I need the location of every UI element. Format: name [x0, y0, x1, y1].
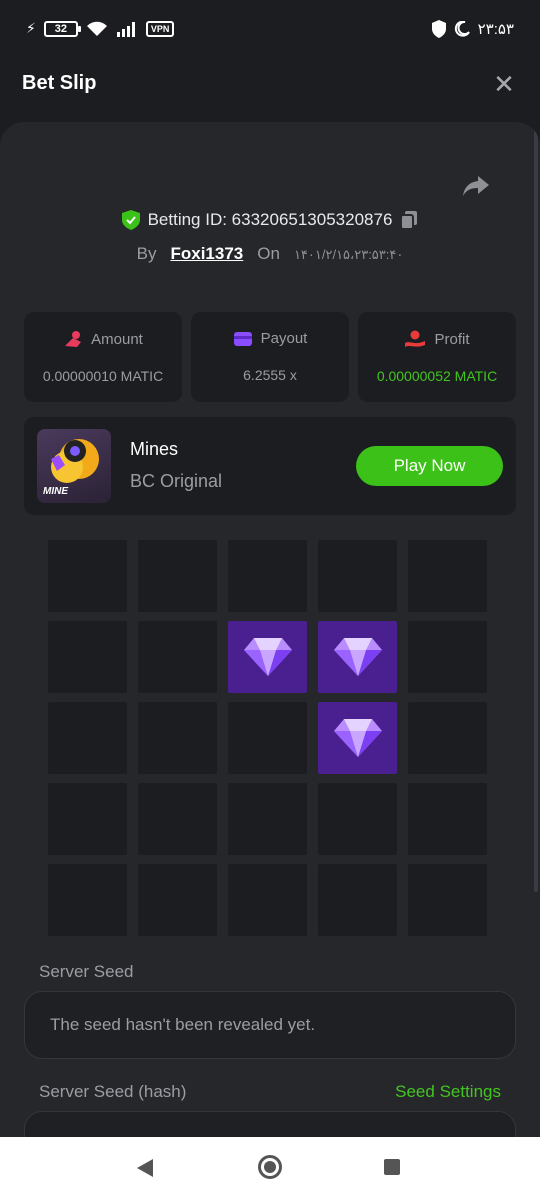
scrollbar[interactable] — [534, 122, 538, 892]
by-label: By — [136, 244, 157, 263]
gem-icon — [333, 719, 382, 757]
server-seed-hash-label: Server Seed (hash) — [39, 1082, 187, 1101]
grid-cell — [408, 864, 487, 936]
grid-cell — [228, 702, 307, 774]
grid-cell — [318, 783, 397, 855]
server-seed-field[interactable]: The seed hasn't been revealed yet. — [24, 991, 516, 1059]
betting-id: Betting ID: 63320651305320876 — [147, 210, 393, 229]
shield-icon — [431, 20, 446, 38]
grid-cell — [138, 702, 217, 774]
clock: ۲۳:۵۳ — [477, 21, 514, 38]
recents-icon[interactable] — [384, 1159, 400, 1175]
battery-level: 32 — [54, 22, 67, 35]
verified-shield-icon — [121, 210, 140, 230]
stat-amount: Amount 0.00000010 MATIC — [24, 312, 182, 402]
wifi-icon — [86, 21, 107, 36]
moon-icon — [454, 21, 470, 37]
status-bar: ⚡ 32 VPN ۲۳:۵۳ — [0, 0, 540, 48]
stat-value: 0.00000010 MATIC — [42, 368, 164, 384]
vpn-badge: VPN — [145, 20, 175, 37]
amount-icon — [65, 331, 82, 347]
page-title: Bet Slip — [22, 72, 97, 94]
grid-cell — [48, 702, 127, 774]
gem-icon — [243, 638, 292, 676]
grid-cell — [408, 702, 487, 774]
stat-label: Payout — [260, 330, 308, 347]
grid-cell — [138, 540, 217, 612]
grid-cell — [138, 783, 217, 855]
back-icon[interactable] — [137, 1159, 153, 1177]
game-thumbnail[interactable]: MINE — [37, 429, 111, 503]
grid-cell — [318, 864, 397, 936]
grid-cell — [48, 540, 127, 612]
grid-cell-gem — [318, 621, 397, 693]
on-label: On — [257, 244, 280, 263]
grid-cell — [48, 621, 127, 693]
signal-icon — [116, 21, 135, 37]
stat-value: 0.00000052 MATIC — [376, 368, 498, 384]
grid-cell — [48, 864, 127, 936]
grid-cell — [138, 864, 217, 936]
share-icon[interactable] — [462, 174, 490, 198]
gem-icon — [333, 638, 382, 676]
grid-cell — [228, 540, 307, 612]
seed-settings-link[interactable]: Seed Settings — [395, 1082, 501, 1102]
bet-meta-row: By Foxi1373 On ۱۴۰۱/۲/۱۵،۲۳:۵۳:۴۰ — [0, 244, 540, 264]
server-seed-label: Server Seed — [39, 962, 134, 981]
bet-slip-sheet: Betting ID: 63320651305320876 By Foxi137… — [0, 122, 540, 1137]
stats-row: Amount 0.00000010 MATIC Payout 6.2555 x … — [24, 312, 516, 402]
grid-cell — [228, 864, 307, 936]
battery-indicator: 32 — [43, 20, 81, 37]
grid-cell — [228, 783, 307, 855]
grid-cell — [138, 621, 217, 693]
game-provider: BC Original — [130, 471, 223, 491]
grid-cell-gem — [228, 621, 307, 693]
wallet-icon — [233, 331, 252, 346]
status-right: ۲۳:۵۳ — [431, 20, 514, 38]
grid-cell — [408, 621, 487, 693]
play-now-button[interactable]: Play Now — [356, 446, 503, 486]
server-seed-hash-field[interactable] — [24, 1111, 516, 1137]
username-link[interactable]: Foxi1373 — [170, 244, 243, 264]
home-icon[interactable] — [258, 1155, 282, 1179]
bet-date: ۱۴۰۱/۲/۱۵،۲۳:۵۳:۴۰ — [293, 247, 404, 262]
stat-profit: Profit 0.00000052 MATIC — [358, 312, 516, 402]
game-name: Mines — [130, 439, 179, 459]
grid-cell — [408, 783, 487, 855]
betting-id-row: Betting ID: 63320651305320876 — [0, 210, 540, 230]
grid-cell-gem — [318, 702, 397, 774]
status-left: ⚡ 32 VPN — [26, 20, 175, 37]
stat-value: 6.2555 x — [243, 367, 297, 383]
copy-icon[interactable] — [400, 210, 418, 230]
stat-label: Profit — [434, 330, 470, 348]
thumb-label: MINE — [43, 486, 68, 497]
header: Bet Slip ✕ — [0, 48, 540, 120]
grid-cell — [318, 540, 397, 612]
game-card: MINE Mines BC Original Play Now — [24, 417, 516, 515]
stat-payout: Payout 6.2555 x — [191, 312, 349, 402]
grid-cell — [48, 783, 127, 855]
mines-grid — [48, 540, 488, 936]
charging-icon: ⚡ — [26, 20, 36, 36]
profit-icon — [405, 330, 426, 347]
system-nav-bar — [0, 1137, 540, 1200]
close-icon[interactable]: ✕ — [492, 71, 516, 97]
grid-cell — [408, 540, 487, 612]
stat-label: Amount — [91, 330, 143, 348]
